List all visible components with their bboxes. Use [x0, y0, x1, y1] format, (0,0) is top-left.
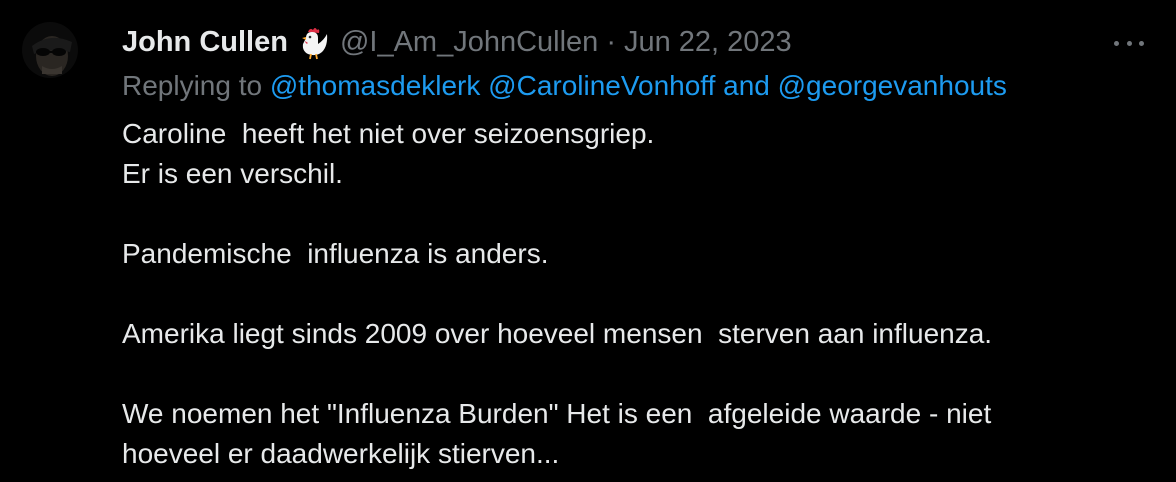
- user-handle[interactable]: @I_Am_JohnCullen: [340, 26, 598, 59]
- tweet-text-line: [122, 194, 1142, 234]
- display-name[interactable]: John Cullen: [122, 26, 288, 59]
- more-horizontal-icon[interactable]: [1114, 38, 1144, 48]
- tweet-text-line: hoeveel er daadwerkelijk stierven...: [122, 438, 560, 469]
- tweet[interactable]: John Cullen @I_Am_JohnCullen · Jun 22, 2…: [0, 0, 1176, 482]
- tweet-text-line: [122, 354, 1142, 394]
- mention-link[interactable]: @georgevanhouts: [778, 70, 1007, 101]
- mention-joiner[interactable]: and: [723, 70, 770, 101]
- tweet-text-line: Amerika liegt sinds 2009 over hoeveel me…: [122, 318, 993, 349]
- tweet-text-line: Er is een verschil.: [122, 158, 343, 189]
- tweet-header: John Cullen @I_Am_JohnCullen · Jun 22, 2…: [122, 22, 792, 62]
- tweet-text: Caroline heeft het niet over seizoensgri…: [122, 114, 1142, 474]
- tweet-text-line: Pandemische influenza is anders.: [122, 238, 549, 269]
- replying-to: Replying to @thomasdeklerk @CarolineVonh…: [122, 66, 1007, 106]
- mention-link[interactable]: @thomasdeklerk: [270, 70, 481, 101]
- separator-dot: ·: [606, 25, 616, 58]
- avatar[interactable]: [22, 22, 78, 78]
- replying-prefix: Replying to: [122, 70, 263, 101]
- rooster-emoji-icon: [294, 24, 330, 60]
- tweet-date[interactable]: Jun 22, 2023: [624, 26, 792, 59]
- tweet-text-line: We noemen het "Influenza Burden" Het is …: [122, 398, 992, 429]
- tweet-text-line: [122, 274, 1142, 314]
- mention-link[interactable]: @CarolineVonhoff: [488, 70, 715, 101]
- avatar-image: [22, 22, 78, 78]
- tweet-text-line: Caroline heeft het niet over seizoensgri…: [122, 118, 655, 149]
